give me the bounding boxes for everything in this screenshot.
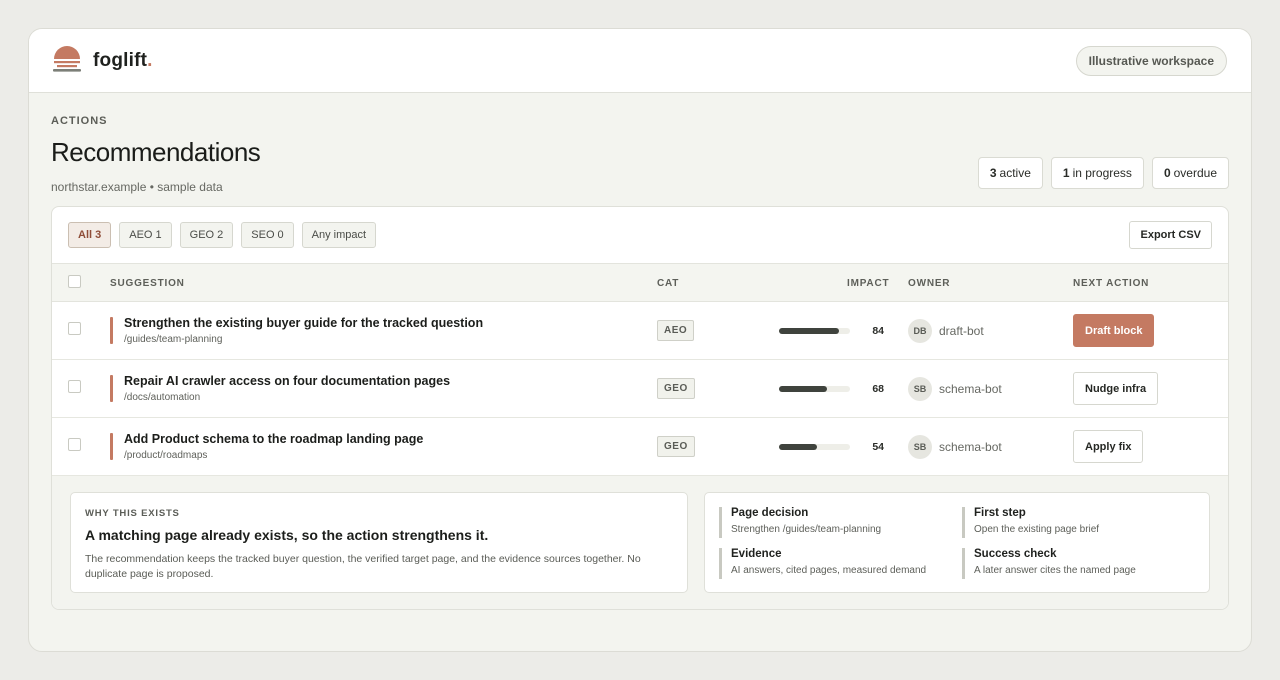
why-card: WHY THIS EXISTS A matching page already … [70, 492, 688, 593]
row-accent [110, 433, 113, 460]
export-csv-button[interactable]: Export CSV [1129, 221, 1212, 249]
row-accent [110, 317, 113, 344]
why-eyebrow: WHY THIS EXISTS [85, 508, 180, 519]
page-title: Recommendations [51, 137, 261, 167]
fact-value: A later answer cites the named page [974, 565, 1136, 576]
impact-bar-fill [779, 444, 818, 450]
suggestion-title[interactable]: Strengthen the existing buyer guide for … [124, 316, 483, 330]
sunset-logo-icon [51, 42, 83, 79]
fact-label: First step [974, 507, 1026, 519]
fact-label: Success check [974, 548, 1057, 560]
filter-aeo[interactable]: AEO 1 [119, 222, 172, 248]
table-row[interactable]: Repair AI crawler access on four documen… [52, 360, 1228, 418]
select-all-checkbox[interactable] [68, 275, 81, 288]
why-body: The recommendation keeps the tracked buy… [85, 553, 641, 580]
category-badge: GEO [657, 378, 695, 399]
filter-all[interactable]: All 3 [68, 222, 112, 248]
fact-evidence: Evidence AI answers, cited pages, measur… [719, 548, 949, 579]
row-checkbox[interactable] [68, 322, 81, 335]
fact-value: Open the existing page brief [974, 524, 1100, 535]
column-owner[interactable]: OWNER [908, 278, 950, 289]
suggestion-path: /product/roadmaps [124, 450, 208, 461]
stat-active[interactable]: 3 active [977, 157, 1043, 189]
fact-success-check: Success check A later answer cites the n… [962, 548, 1192, 579]
owner-name: draft-bot [939, 324, 984, 338]
column-suggestion[interactable]: SUGGESTION [110, 278, 185, 289]
impact-bar-fill [779, 386, 828, 392]
stat-in-progress[interactable]: 1 in progress [1050, 157, 1144, 189]
table-row[interactable]: Strengthen the existing buyer guide for … [52, 302, 1228, 360]
column-cat[interactable]: CAT [657, 278, 679, 289]
filter-seo[interactable]: SEO 0 [241, 222, 294, 248]
detail-footer: WHY THIS EXISTS A matching page already … [52, 476, 1228, 609]
app-window: foglift. Illustrative workspace ACTIONS … [28, 28, 1252, 652]
owner-name: schema-bot [939, 382, 1002, 396]
column-impact[interactable]: IMPACT [847, 278, 889, 289]
page-header: ACTIONS Recommendations northstar.exampl… [51, 115, 261, 194]
fact-label: Evidence [731, 548, 782, 560]
fact-page-decision: Page decision Strengthen /guides/team-pl… [719, 507, 949, 538]
row-accent [110, 375, 113, 402]
impact-bar [779, 328, 850, 334]
impact-score: 68 [872, 383, 884, 395]
column-next-action[interactable]: NEXT ACTION [1073, 278, 1149, 289]
top-bar: foglift. Illustrative workspace [29, 29, 1251, 93]
recommendations-panel: All 3 AEO 1 GEO 2 SEO 0 Any impact Expor… [51, 206, 1229, 610]
row-checkbox[interactable] [68, 380, 81, 393]
facts-card: Page decision Strengthen /guides/team-pl… [704, 492, 1210, 593]
owner-avatar: SB [908, 435, 932, 459]
why-title: A matching page already exists, so the a… [85, 527, 489, 543]
impact-score: 84 [872, 325, 884, 337]
suggestion-title[interactable]: Add Product schema to the roadmap landin… [124, 432, 423, 446]
impact-bar [779, 444, 850, 450]
stat-overdue[interactable]: 0 overdue [1151, 157, 1229, 189]
fact-value: Strengthen /guides/team-planning [731, 524, 882, 535]
apply-fix-button[interactable]: Apply fix [1073, 430, 1144, 463]
category-badge: GEO [657, 436, 695, 457]
category-badge: AEO [657, 320, 695, 341]
page-subtitle: northstar.example • sample data [51, 180, 223, 194]
filter-bar: All 3 AEO 1 GEO 2 SEO 0 Any impact Expor… [52, 207, 1228, 263]
owner-avatar: DB [908, 319, 932, 343]
suggestion-path: /docs/automation [124, 392, 201, 403]
impact-bar [779, 386, 850, 392]
filter-geo[interactable]: GEO 2 [179, 222, 234, 248]
workspace-pill[interactable]: Illustrative workspace [1075, 45, 1227, 76]
owner-avatar: SB [908, 377, 932, 401]
fact-label: Page decision [731, 507, 809, 519]
suggestion-title[interactable]: Repair AI crawler access on four documen… [124, 374, 450, 388]
table-row[interactable]: Add Product schema to the roadmap landin… [52, 418, 1228, 476]
stats-group: 3 active 1 in progress 0 overdue [977, 157, 1229, 189]
suggestion-path: /guides/team-planning [124, 334, 223, 345]
fact-value: AI answers, cited pages, measured demand [731, 565, 927, 576]
row-checkbox[interactable] [68, 438, 81, 451]
impact-score: 54 [872, 441, 884, 453]
owner-name: schema-bot [939, 440, 1002, 454]
section-eyebrow: ACTIONS [51, 115, 108, 127]
brand[interactable]: foglift. [51, 42, 153, 79]
fact-first-step: First step Open the existing page brief [962, 507, 1192, 538]
nudge-infra-button[interactable]: Nudge infra [1073, 372, 1159, 405]
impact-bar-fill [779, 328, 839, 334]
table-header: SUGGESTION CAT IMPACT OWNER NEXT ACTION [52, 263, 1228, 302]
draft-block-button[interactable]: Draft block [1073, 314, 1155, 347]
filter-impact[interactable]: Any impact [301, 222, 377, 248]
brand-name: foglift. [93, 49, 153, 71]
